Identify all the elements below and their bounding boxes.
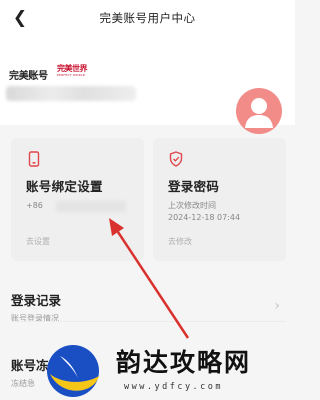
watermark-text: 韵达攻略网 <box>116 348 252 377</box>
watermark: 韵达攻略网 www.ydfcy.com <box>44 336 295 400</box>
watermark-url: www.ydfcy.com <box>124 382 224 392</box>
watermark-logo <box>47 345 99 397</box>
